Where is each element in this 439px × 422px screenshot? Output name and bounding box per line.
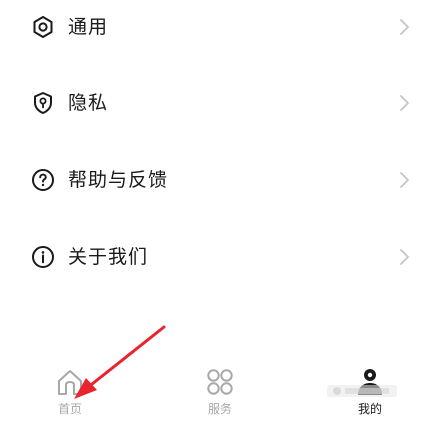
profile-icon (358, 369, 382, 395)
bottom-nav: 首页 服务 我的 (0, 352, 439, 422)
settings-item-label: 关于我们 (68, 246, 149, 268)
chevron-right-icon (400, 95, 409, 111)
tab-home[interactable]: 首页 (30, 352, 110, 422)
chevron-right-icon (400, 172, 409, 188)
shield-lock-icon (31, 91, 55, 115)
help-circle-icon (31, 168, 55, 192)
settings-page: 通用 隐私 帮助与反馈 关于我们 首页 服务 我的 (0, 0, 439, 422)
settings-item-privacy[interactable]: 隐私 (0, 78, 439, 128)
tab-services[interactable]: 服务 (180, 352, 260, 422)
settings-item-help-feedback[interactable]: 帮助与反馈 (0, 155, 439, 205)
tab-services-label: 服务 (207, 402, 232, 416)
tab-profile-label: 我的 (357, 402, 382, 416)
settings-item-general[interactable]: 通用 (0, 2, 439, 52)
info-circle-icon (31, 245, 55, 269)
settings-item-label: 通用 (68, 16, 109, 38)
tab-profile[interactable]: 我的 (330, 352, 410, 422)
chevron-right-icon (400, 249, 409, 265)
home-icon (58, 370, 82, 395)
settings-item-label: 隐私 (68, 92, 109, 114)
gear-hexagon-icon (31, 15, 55, 39)
settings-item-label: 帮助与反馈 (68, 169, 169, 191)
grid-four-icon (207, 369, 233, 395)
tab-home-label: 首页 (57, 402, 82, 416)
chevron-right-icon (400, 19, 409, 35)
settings-item-about-us[interactable]: 关于我们 (0, 232, 439, 282)
